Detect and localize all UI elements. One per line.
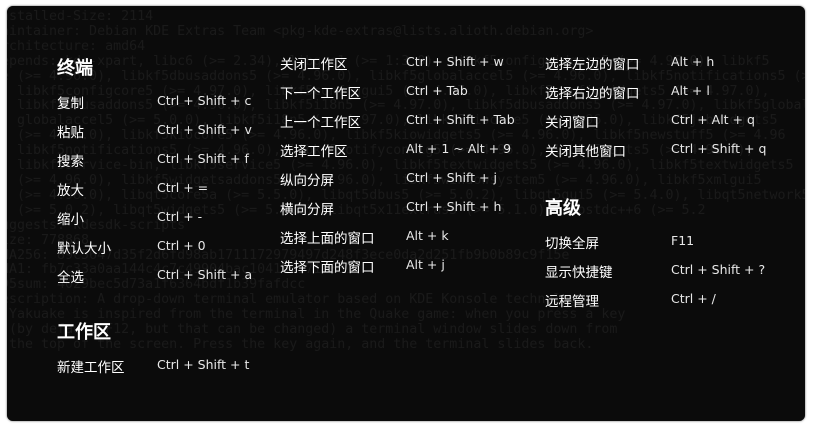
shortcut-label: 远程管理 — [545, 294, 599, 310]
shortcut-label: 复制 — [57, 96, 84, 112]
shortcut-keys: Ctrl + Shift + j — [406, 170, 497, 185]
shortcut-label: 放大 — [57, 183, 84, 199]
shortcut-label: 粘贴 — [57, 125, 84, 141]
shortcut-keys: Ctrl + Shift + ? — [671, 262, 766, 277]
shortcut-label: 缩小 — [57, 212, 84, 228]
shortcut-keys: Ctrl + = — [157, 180, 209, 195]
shortcut-label: 选择下面的窗口 — [280, 260, 375, 276]
shortcut-keys: Alt + 1 ~ Alt + 9 — [406, 141, 512, 156]
shortcut-keys: Ctrl + Shift + t — [157, 357, 250, 372]
shortcut-keys: Ctrl + Shift + q — [671, 141, 767, 156]
shortcut-label: 下一个工作区 — [280, 86, 361, 102]
shortcut-keys: Ctrl + Shift + f — [157, 151, 249, 166]
shortcut-keys: Ctrl + Shift + Tab — [406, 112, 515, 127]
shortcut-label: 纵向分屏 — [280, 173, 334, 189]
shortcut-label: 选择右边的窗口 — [545, 86, 640, 102]
shortcut-keys: Ctrl + - — [157, 209, 203, 224]
shortcut-keys: Ctrl + Alt + q — [671, 112, 755, 127]
shortcut-label: 关闭其他窗口 — [545, 144, 626, 160]
section-title-advanced: 高级 — [545, 198, 581, 219]
shortcut-keys: Ctrl + / — [671, 291, 716, 306]
shortcut-keys: Alt + l — [671, 83, 710, 98]
shortcut-label: 切换全屏 — [545, 236, 599, 252]
shortcut-label: 关闭工作区 — [280, 57, 348, 73]
shortcut-overlay-window: nstalled-Size: 2114aintainer: Debian KDE… — [7, 6, 805, 421]
shortcut-keys: F11 — [671, 233, 695, 248]
section-title-workspace: 工作区 — [57, 322, 111, 343]
shortcut-label: 横向分屏 — [280, 202, 334, 218]
section-title-terminal: 终端 — [57, 58, 93, 79]
shortcut-label: 搜索 — [57, 154, 84, 170]
shortcut-keys: Ctrl + Tab — [406, 83, 468, 98]
shortcut-label: 选择左边的窗口 — [545, 57, 640, 73]
shortcut-label: 上一个工作区 — [280, 115, 361, 131]
shortcut-keys: Ctrl + Shift + w — [406, 54, 504, 69]
shortcut-label: 全选 — [57, 270, 84, 286]
shortcut-keys: Ctrl + Shift + v — [157, 122, 252, 137]
shortcut-label: 默认大小 — [57, 241, 111, 257]
shortcut-keys: Ctrl + Shift + a — [157, 267, 253, 282]
shortcut-keys: Alt + h — [671, 54, 715, 69]
shortcut-keys: Alt + k — [406, 228, 449, 243]
shortcut-keys: Ctrl + 0 — [157, 238, 206, 253]
shortcut-keys: Ctrl + Shift + c — [157, 93, 252, 108]
shortcut-keys: Alt + j — [406, 257, 445, 272]
shortcut-label: 选择上面的窗口 — [280, 231, 375, 247]
shortcut-label: 显示快捷键 — [545, 265, 613, 281]
shortcut-label: 选择工作区 — [280, 144, 348, 160]
shortcut-keys: Ctrl + Shift + h — [406, 199, 502, 214]
shortcut-label: 关闭窗口 — [545, 115, 599, 131]
shortcut-label: 新建工作区 — [57, 360, 125, 376]
